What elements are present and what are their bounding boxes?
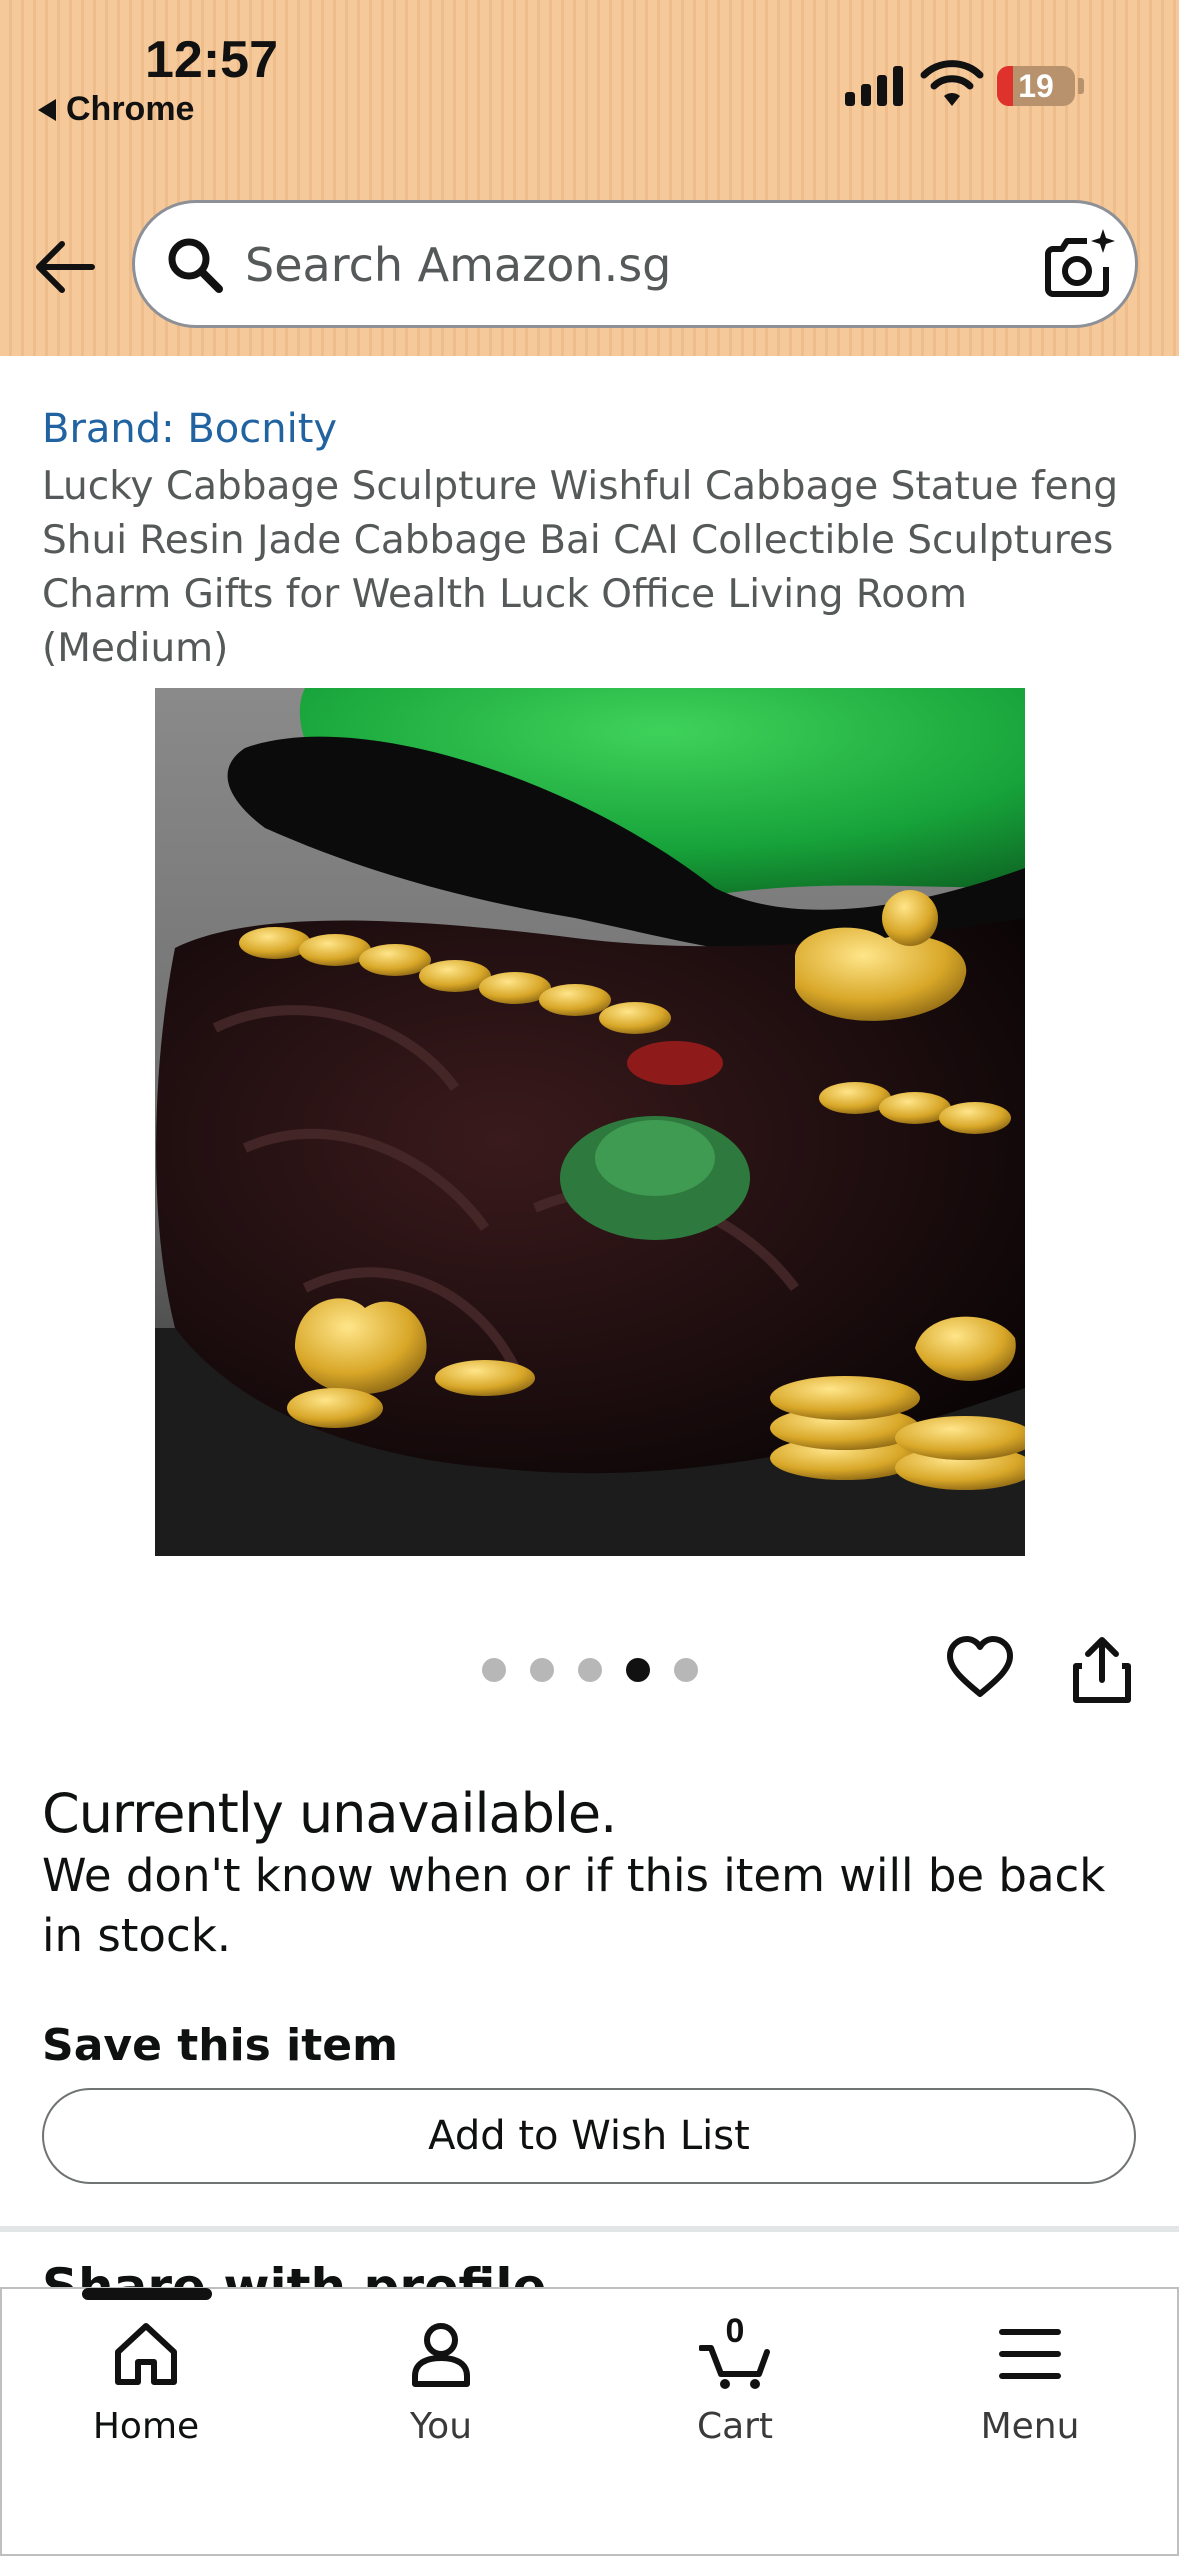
nav-home[interactable]: Home	[36, 2318, 256, 2468]
nav-you[interactable]: You	[331, 2318, 551, 2468]
cart-count: 0	[725, 2312, 745, 2350]
nav-you-label: You	[409, 2406, 473, 2447]
wifi-icon	[920, 60, 984, 106]
heart-icon[interactable]	[946, 1634, 1014, 1702]
battery-level: 19	[1018, 68, 1054, 104]
menu-icon	[999, 2329, 1061, 2379]
nav-cart-label: Cart	[696, 2406, 774, 2447]
back-app-label: Chrome	[66, 90, 195, 128]
home-icon	[115, 2323, 177, 2385]
add-to-wish-list-button[interactable]: Add to Wish List	[42, 2088, 1136, 2184]
app-header: 12:57 Chrome 19	[0, 0, 1179, 356]
carousel-dot[interactable]	[530, 1658, 554, 1682]
search-icon	[168, 238, 223, 293]
nav-home-label: Home	[92, 2406, 200, 2447]
camera-search-icon[interactable]	[1043, 227, 1119, 303]
battery-tip	[1078, 78, 1084, 94]
back-triangle-icon	[38, 98, 56, 121]
product-title: Lucky Cabbage Sculpture Wishful Cabbage …	[42, 464, 1119, 671]
back-arrow-icon[interactable]	[30, 232, 100, 302]
back-to-app[interactable]: Chrome	[38, 90, 194, 129]
carousel-dot[interactable]	[482, 1658, 506, 1682]
battery-icon: 19	[997, 66, 1075, 106]
search-input[interactable]	[245, 231, 1005, 299]
availability-heading: Currently unavailable.	[42, 1782, 617, 1845]
carousel-dot[interactable]	[674, 1658, 698, 1682]
save-item-heading: Save this item	[42, 2020, 398, 2071]
share-icon[interactable]	[1070, 1636, 1134, 1704]
brand-link[interactable]: Brand: Bocnity	[42, 406, 337, 452]
person-icon	[412, 2323, 470, 2387]
carousel-dot-active[interactable]	[626, 1658, 650, 1682]
nav-menu[interactable]: Menu	[920, 2318, 1140, 2468]
carousel-dot[interactable]	[578, 1658, 602, 1682]
section-divider	[0, 2226, 1179, 2232]
active-tab-indicator	[82, 2288, 212, 2300]
image-carousel-dots[interactable]	[482, 1658, 698, 1682]
cellular-signal-icon	[845, 64, 903, 106]
jade-cabbage-sculpture-image	[155, 688, 1025, 1556]
nav-menu-label: Menu	[980, 2406, 1080, 2447]
product-image[interactable]	[155, 688, 1025, 1556]
availability-description: We don't know when or if this item will …	[42, 1849, 1106, 1962]
nav-cart[interactable]: 0 Cart	[625, 2312, 845, 2468]
search-bar[interactable]	[132, 200, 1138, 328]
status-time: 12:57	[145, 31, 278, 89]
